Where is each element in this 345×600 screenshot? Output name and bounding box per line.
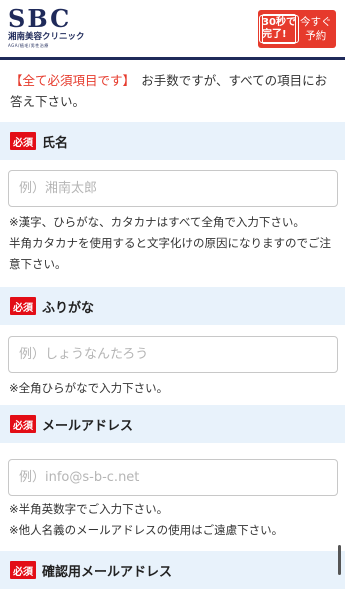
badge-frame: 30秒で 完了! <box>259 15 299 43</box>
section-label-furigana: ふりがな <box>42 300 95 316</box>
badge-line-2: 完了! <box>262 29 287 40</box>
section-header-furigana: 必須 ふりがな <box>0 287 345 325</box>
section-header-email: 必須 メールアドレス <box>0 405 345 443</box>
required-badge: 必須 <box>10 561 36 579</box>
email-input[interactable] <box>8 459 338 496</box>
reserve-text: 今すぐ 予約 <box>300 15 332 43</box>
logo-main-text: SBC <box>8 4 72 33</box>
reserve-line-2: 予約 <box>305 30 327 42</box>
name-note-line-1: ※漢字、ひらがな、カタカナはすべて全角で入力下さい。 <box>9 215 305 229</box>
intro-text: 【全て必須項目です】 お手数ですが、すべての項目にお答え下さい。 <box>10 70 338 112</box>
section-label-email-confirm: 確認用メールアドレス <box>42 564 173 580</box>
section-label-name: 氏名 <box>42 135 69 151</box>
name-note: ※漢字、ひらがな、カタカナはすべて全角で入力下さい。 半角カタカナを使用すると文… <box>9 212 339 275</box>
reserve-line-1: 今すぐ <box>300 16 332 28</box>
required-notice: 【全て必須項目です】 <box>10 73 129 88</box>
email-note-line-2: ※他人名義のメールアドレスの使用はご遠慮下さい。 <box>9 523 284 537</box>
thirty-seconds-badge: 30秒で 完了! <box>259 14 299 44</box>
logo-tagline: AGA/植毛/男性治療 <box>8 43 49 48</box>
sbc-logo[interactable]: SBC 湘南美容クリニック AGA/植毛/男性治療 <box>8 6 98 49</box>
required-badge: 必須 <box>10 132 36 150</box>
section-label-email: メールアドレス <box>42 418 134 434</box>
required-badge: 必須 <box>10 415 36 433</box>
name-input[interactable] <box>8 170 338 207</box>
section-header-name: 必須 氏名 <box>0 122 345 160</box>
reserve-now-button[interactable]: 30秒で 完了! 今すぐ 予約 <box>258 10 336 48</box>
header: SBC 湘南美容クリニック AGA/植毛/男性治療 30秒で 完了! 今すぐ 予… <box>0 0 345 60</box>
scrollbar-thumb[interactable] <box>338 545 341 575</box>
logo-sub-text: 湘南美容クリニック <box>8 32 85 42</box>
email-note-line-1: ※半角英数字でご入力下さい。 <box>9 502 169 516</box>
furigana-note: ※全角ひらがなで入力下さい。 <box>9 378 339 399</box>
badge-line-1: 30秒で <box>262 17 296 28</box>
email-note: ※半角英数字でご入力下さい。 ※他人名義のメールアドレスの使用はご遠慮下さい。 <box>9 499 339 541</box>
furigana-note-line-1: ※全角ひらがなで入力下さい。 <box>9 381 169 395</box>
required-badge: 必須 <box>10 297 36 315</box>
furigana-input[interactable] <box>8 336 338 373</box>
section-header-email-confirm: 必須 確認用メールアドレス <box>0 551 345 589</box>
name-note-line-2: 半角カタカナを使用すると文字化けの原因になりますのでご注意下さい。 <box>9 236 331 271</box>
